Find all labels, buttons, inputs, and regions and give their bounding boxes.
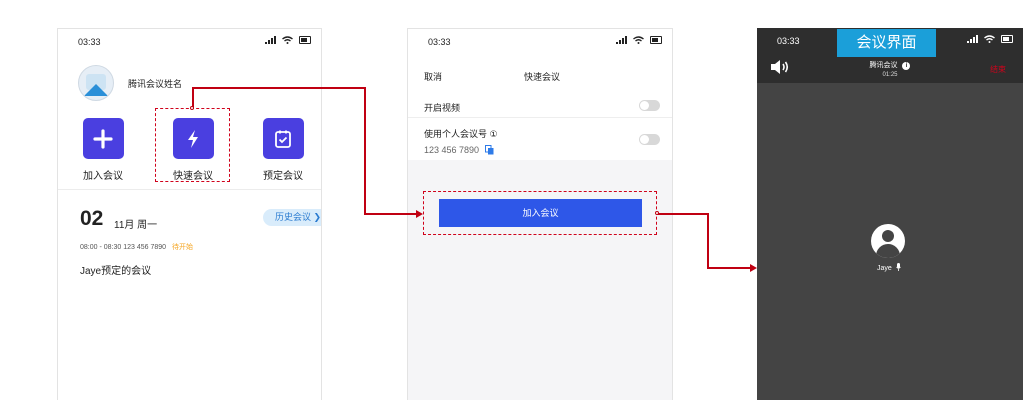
wifi-icon bbox=[282, 36, 293, 44]
video-toggle[interactable] bbox=[639, 100, 660, 111]
arrow-right-icon bbox=[750, 264, 757, 272]
user-name: 腾讯会议姓名 bbox=[128, 79, 183, 89]
personal-id-option-label: 使用个人会议号 ① bbox=[424, 129, 498, 139]
battery-icon bbox=[1001, 35, 1013, 43]
join-meeting-label: 加入会议 bbox=[83, 171, 123, 182]
cancel-button[interactable]: 取消 bbox=[424, 70, 442, 83]
join-meeting-button[interactable]: 加入会议 bbox=[73, 118, 133, 182]
microphone-icon bbox=[895, 263, 901, 273]
connector-dot bbox=[655, 211, 659, 215]
home-screen: 03:33 腾讯会议姓名 加入会议 快速会议 预定会议 02 11月 周一 历史… bbox=[57, 28, 322, 400]
signal-icon bbox=[265, 36, 276, 44]
status-time: 03:33 bbox=[777, 36, 800, 46]
page-title: 快速会议 bbox=[524, 72, 561, 82]
meeting-list-item[interactable]: Jaye预定的会议 bbox=[80, 262, 151, 277]
status-bar: 03:33 bbox=[408, 29, 672, 53]
history-meetings-label: 历史会议 bbox=[275, 212, 312, 222]
battery-icon bbox=[650, 36, 662, 44]
connector-line bbox=[192, 87, 194, 108]
wifi-icon bbox=[984, 35, 995, 43]
status-bar: 03:33 bbox=[58, 29, 321, 53]
signal-icon bbox=[616, 36, 627, 44]
info-icon[interactable]: i bbox=[902, 62, 911, 70]
video-option-label: 开启视频 bbox=[424, 103, 461, 113]
date-day: 02 bbox=[80, 207, 104, 230]
plus-icon bbox=[82, 118, 124, 159]
status-time: 03:33 bbox=[428, 37, 451, 47]
connector-line bbox=[364, 213, 417, 215]
wifi-icon bbox=[633, 36, 644, 44]
arrow-right-icon bbox=[416, 210, 423, 218]
schedule-meeting-button[interactable]: 预定会议 bbox=[253, 118, 313, 182]
end-meeting-button[interactable]: 结束 bbox=[990, 64, 1006, 75]
connector-line bbox=[192, 87, 365, 89]
divider bbox=[58, 189, 321, 190]
date-weekday: 11月 周一 bbox=[114, 220, 158, 231]
participant-name: Jaye bbox=[877, 263, 901, 273]
meeting-status-badge: 待开始 bbox=[172, 244, 194, 251]
meeting-screen: 03:33 腾讯会议 i 01:25 结束 会议界面 Jaye bbox=[757, 28, 1023, 400]
connector-line bbox=[707, 213, 709, 268]
connector-line bbox=[364, 87, 366, 214]
signal-icon bbox=[967, 35, 978, 43]
chevron-right-icon: ❯ bbox=[313, 212, 322, 222]
schedule-meeting-label: 预定会议 bbox=[263, 171, 303, 182]
personal-id-row: 123 456 7890 bbox=[424, 145, 494, 157]
options-panel: 开启视频 使用个人会议号 ① 123 456 7890 bbox=[408, 93, 672, 160]
history-meetings-button[interactable]: 历史会议 ❯ bbox=[263, 209, 322, 226]
avatar[interactable] bbox=[78, 65, 114, 101]
calendar-check-icon bbox=[262, 118, 304, 159]
connector-line bbox=[707, 267, 751, 269]
divider bbox=[408, 117, 672, 118]
connector-dot bbox=[190, 106, 194, 110]
highlight-quick-meeting bbox=[155, 108, 230, 182]
connector-line bbox=[657, 213, 708, 215]
meeting-time: 08:00 - 08:30 123 456 7890 待开始 bbox=[80, 244, 194, 251]
status-time: 03:33 bbox=[78, 37, 101, 47]
personal-meeting-id: 123 456 7890 bbox=[424, 145, 480, 155]
nav-bar: 取消 快速会议 bbox=[408, 53, 672, 93]
participant-avatar bbox=[871, 224, 905, 258]
meeting-duration: 01:25 bbox=[882, 72, 898, 78]
highlight-join-button bbox=[423, 191, 657, 235]
screen-label-tag: 会议界面 bbox=[837, 29, 936, 57]
copy-icon[interactable] bbox=[484, 145, 494, 157]
battery-icon bbox=[299, 36, 311, 44]
personal-id-toggle[interactable] bbox=[639, 134, 660, 145]
meeting-title: 腾讯会议 i bbox=[757, 60, 1023, 70]
